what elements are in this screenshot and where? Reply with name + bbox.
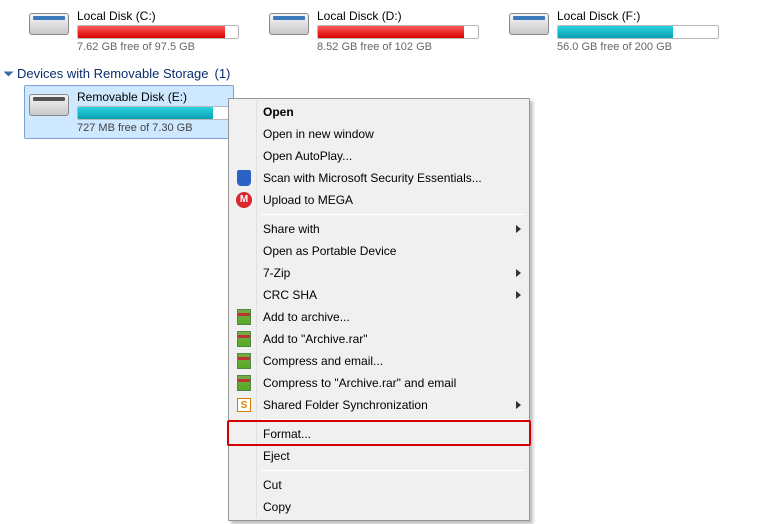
drive-name: Local Disk (C:) bbox=[77, 9, 239, 23]
drive-free-text: 56.0 GB free of 200 GB bbox=[557, 41, 719, 53]
winrar-icon bbox=[235, 308, 253, 326]
submenu-arrow-icon bbox=[516, 401, 521, 409]
winrar-icon bbox=[235, 374, 253, 392]
winrar-icon bbox=[235, 330, 253, 348]
capacity-bar bbox=[77, 25, 239, 39]
menu-compress-email[interactable]: Compress and email... bbox=[231, 350, 527, 372]
menu-separator bbox=[261, 214, 525, 215]
drive-e-removable[interactable]: Removable Disk (E:) 727 MB free of 7.30 … bbox=[24, 85, 234, 139]
capacity-bar bbox=[317, 25, 479, 39]
hdd-icon bbox=[29, 9, 69, 37]
mega-icon: M bbox=[235, 191, 253, 209]
menu-cut[interactable]: Cut bbox=[231, 474, 527, 496]
menu-separator bbox=[261, 419, 525, 420]
menu-crc-sha[interactable]: CRC SHA bbox=[231, 284, 527, 306]
menu-open-new-window[interactable]: Open in new window bbox=[231, 123, 527, 145]
menu-open[interactable]: Open bbox=[231, 101, 527, 123]
drive-free-text: 727 MB free of 7.30 GB bbox=[77, 122, 229, 134]
submenu-arrow-icon bbox=[516, 269, 521, 277]
submenu-arrow-icon bbox=[516, 291, 521, 299]
drive-name: Removable Disk (E:) bbox=[77, 90, 229, 104]
shield-icon bbox=[235, 169, 253, 187]
drives-row: Local Disk (C:) 7.62 GB free of 97.5 GB … bbox=[4, 4, 757, 58]
menu-add-archive-rar[interactable]: Add to "Archive.rar" bbox=[231, 328, 527, 350]
capacity-bar bbox=[77, 106, 229, 120]
menu-open-autoplay[interactable]: Open AutoPlay... bbox=[231, 145, 527, 167]
drive-f[interactable]: Local Disck (F:) 56.0 GB free of 200 GB bbox=[504, 4, 724, 58]
collapse-arrow-icon bbox=[4, 71, 14, 76]
menu-separator bbox=[261, 470, 525, 471]
menu-shared-folder-sync[interactable]: S Shared Folder Synchronization bbox=[231, 394, 527, 416]
menu-7zip[interactable]: 7-Zip bbox=[231, 262, 527, 284]
drive-d[interactable]: Local Disck (D:) 8.52 GB free of 102 GB bbox=[264, 4, 484, 58]
submenu-arrow-icon bbox=[516, 225, 521, 233]
context-menu: Open Open in new window Open AutoPlay...… bbox=[228, 98, 530, 521]
drive-name: Local Disck (D:) bbox=[317, 9, 479, 23]
menu-add-archive[interactable]: Add to archive... bbox=[231, 306, 527, 328]
menu-share-with[interactable]: Share with bbox=[231, 218, 527, 240]
menu-format[interactable]: Format... bbox=[231, 423, 527, 445]
hdd-icon bbox=[269, 9, 309, 37]
hdd-icon bbox=[509, 9, 549, 37]
group-count: (1) bbox=[214, 66, 230, 81]
menu-compress-rar-email[interactable]: Compress to "Archive.rar" and email bbox=[231, 372, 527, 394]
capacity-bar bbox=[557, 25, 719, 39]
winrar-icon bbox=[235, 352, 253, 370]
group-title: Devices with Removable Storage bbox=[17, 66, 208, 81]
drive-name: Local Disck (F:) bbox=[557, 9, 719, 23]
group-header-removable[interactable]: Devices with Removable Storage (1) bbox=[6, 66, 757, 81]
drive-free-text: 8.52 GB free of 102 GB bbox=[317, 41, 479, 53]
menu-copy[interactable]: Copy bbox=[231, 496, 527, 518]
menu-open-portable[interactable]: Open as Portable Device bbox=[231, 240, 527, 262]
menu-upload-mega[interactable]: M Upload to MEGA bbox=[231, 189, 527, 211]
sync-s-icon: S bbox=[235, 396, 253, 414]
menu-eject[interactable]: Eject bbox=[231, 445, 527, 467]
drive-c[interactable]: Local Disk (C:) 7.62 GB free of 97.5 GB bbox=[24, 4, 244, 58]
removable-disk-icon bbox=[29, 90, 69, 118]
drive-free-text: 7.62 GB free of 97.5 GB bbox=[77, 41, 239, 53]
menu-scan-mse[interactable]: Scan with Microsoft Security Essentials.… bbox=[231, 167, 527, 189]
